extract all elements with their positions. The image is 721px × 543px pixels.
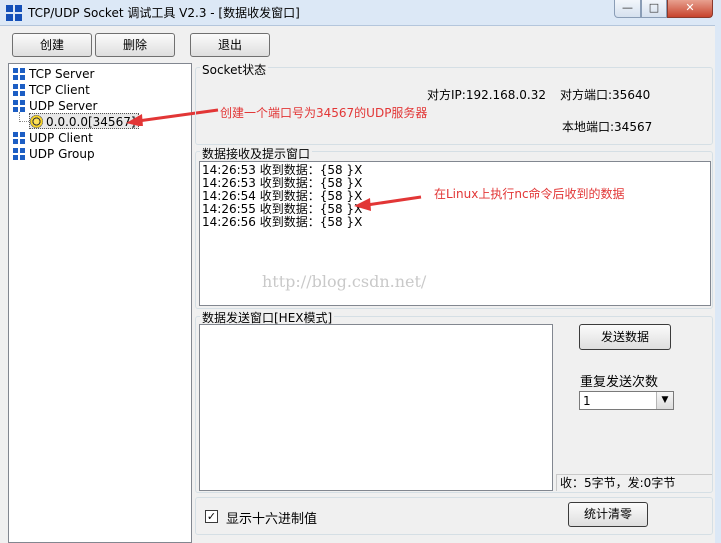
hex-checkbox[interactable]: ✓	[205, 510, 218, 523]
send-data-button[interactable]: 发送数据	[579, 324, 671, 350]
byte-stats: 收：5字节，发:0字节	[556, 474, 712, 491]
tree-item-label: UDP Client	[29, 131, 93, 145]
close-button[interactable]: ✕	[667, 0, 713, 18]
repeat-count-value: 1	[583, 394, 591, 408]
watermark: http://blog.csdn.net/	[262, 272, 427, 291]
tcp-server-icon	[13, 68, 25, 80]
tree-item-label: UDP Server	[29, 99, 98, 113]
tcp-client-icon	[13, 84, 25, 96]
tree-item-udp-server-34567[interactable]: 0.0.0.0[34567]	[29, 113, 139, 129]
udp-server-icon	[13, 100, 25, 112]
udp-group-icon	[13, 148, 25, 160]
receive-label: 数据接收及提示窗口	[200, 145, 313, 162]
annotation-arrow-icon	[354, 195, 422, 211]
tree-item-label: TCP Client	[29, 83, 90, 97]
hex-checkbox-label: 显示十六进制值	[226, 512, 318, 527]
tree-item-tcp-server[interactable]: TCP Server	[13, 66, 94, 82]
connection-tree[interactable]: TCP Server TCP Client UDP Server 0.0.0.0…	[8, 63, 192, 543]
create-button[interactable]: 创建	[12, 33, 92, 57]
local-port: 本地端口:34567	[562, 120, 653, 134]
tree-item-udp-group[interactable]: UDP Group	[13, 146, 95, 162]
tree-item-udp-server[interactable]: UDP Server	[13, 98, 97, 114]
repeat-count-label: 重复发送次数	[580, 375, 659, 390]
tree-item-label: TCP Server	[29, 67, 95, 81]
tree-connector	[19, 121, 29, 122]
annotation-linux-nc: 在Linux上执行nc命令后收到的数据	[434, 187, 625, 201]
tree-item-label: UDP Group	[29, 147, 95, 161]
toolbar: 创建 删除 退出	[2, 26, 719, 62]
listening-socket-icon	[30, 115, 43, 128]
repeat-count-select[interactable]: 1 ▼	[579, 391, 674, 410]
chevron-down-icon[interactable]: ▼	[656, 392, 673, 409]
window-title: TCP/UDP Socket 调试工具 V2.3 - [数据收发窗口]	[28, 6, 300, 20]
tree-item-label: 0.0.0.0[34567]	[46, 115, 136, 129]
tree-item-udp-client[interactable]: UDP Client	[13, 130, 93, 146]
remote-port: 对方端口:35640	[560, 88, 651, 102]
tree-item-tcp-client[interactable]: TCP Client	[13, 82, 90, 98]
window-border	[715, 0, 721, 543]
send-textarea[interactable]	[199, 324, 553, 491]
app-icon	[6, 5, 22, 21]
remote-ip: 对方IP:192.168.0.32	[427, 88, 546, 102]
maximize-button[interactable]: □	[641, 0, 667, 18]
log-line: 14:26:56 收到数据：{58 }X	[202, 215, 363, 229]
exit-button[interactable]: 退出	[190, 33, 270, 57]
title-bar: TCP/UDP Socket 调试工具 V2.3 - [数据收发窗口] — □ …	[0, 0, 721, 26]
udp-client-icon	[13, 132, 25, 144]
minimize-button[interactable]: —	[614, 0, 641, 18]
delete-button[interactable]: 删除	[95, 33, 175, 57]
reset-stats-button[interactable]: 统计清零	[568, 502, 648, 527]
socket-status-label: Socket状态	[200, 61, 269, 78]
